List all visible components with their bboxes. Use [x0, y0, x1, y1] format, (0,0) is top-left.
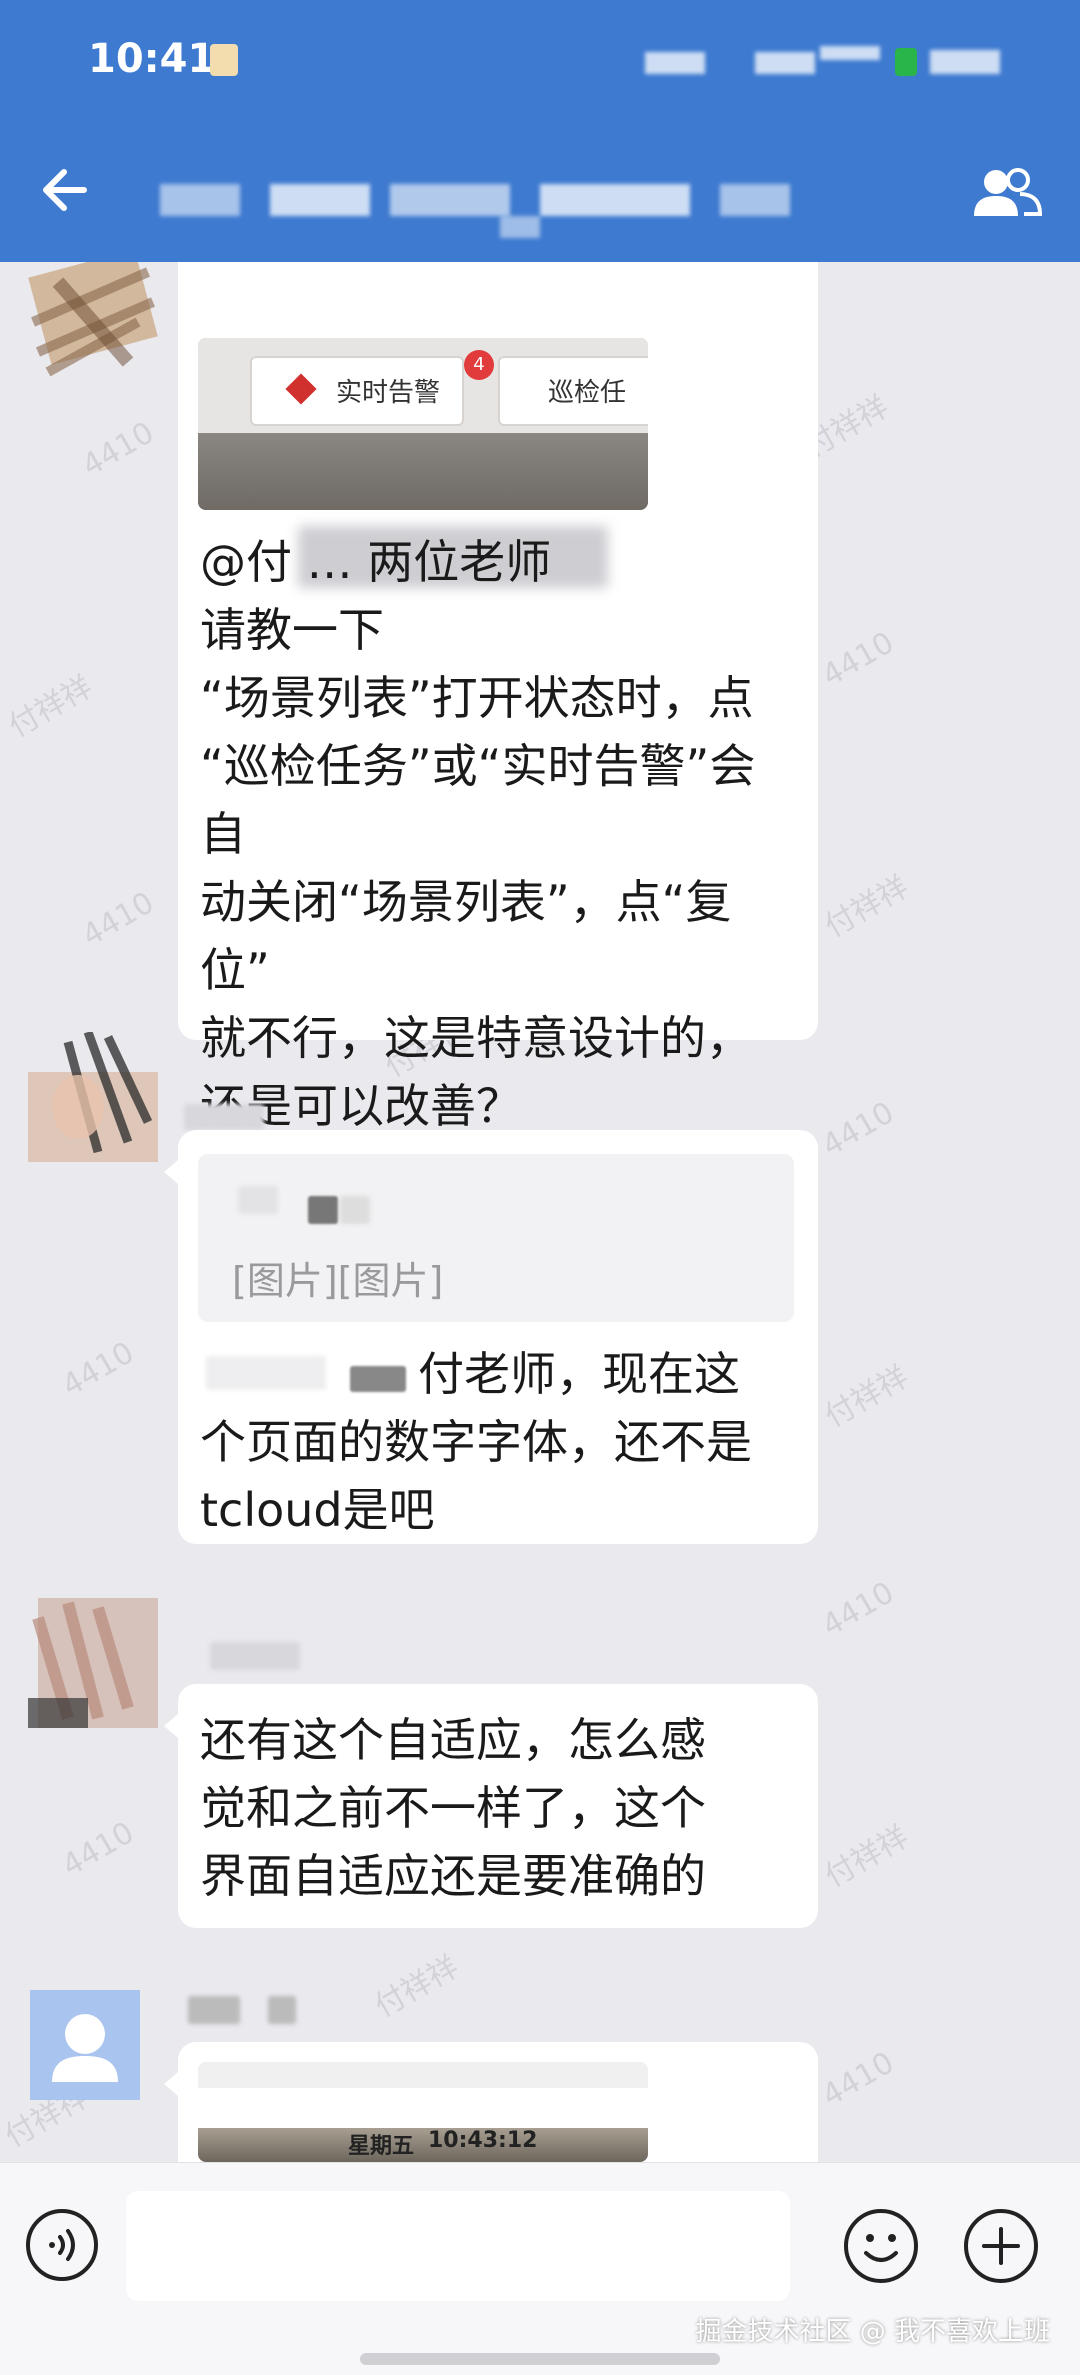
default-avatar-icon	[52, 2014, 118, 2082]
watermark: 4410	[56, 1815, 140, 1884]
message-line: “巡检任务”或“实时告警”会自	[200, 739, 756, 861]
message-image[interactable]: 实时告警 4 巡检任	[198, 338, 648, 510]
message-line: 觉和之前不一样了，这个	[200, 1781, 706, 1835]
status-time: 10:41	[88, 36, 216, 82]
message-line: 界面自适应还是要准确的	[200, 1849, 706, 1903]
quoted-text: [图片][图片]	[232, 1259, 444, 1303]
watermark: 4410	[816, 2045, 900, 2114]
message-line: 个页面的数字字体，还不是	[200, 1415, 752, 1469]
alarm-badge: 4	[464, 350, 494, 380]
message-line: 动关闭“场景列表”，点“复位”	[200, 875, 732, 997]
watermark: 4410	[816, 1095, 900, 1164]
footer-watermark: 掘金技术社区 @ 我不喜欢上班	[695, 2317, 1050, 2347]
message-text: 还有这个自适应，怎么感 觉和之前不一样了，这个 界面自适应还是要准确的	[178, 1706, 842, 1910]
message-line: 就不行，这是特意设计的，	[200, 1011, 752, 1065]
weekday-label: 星期五	[348, 2134, 415, 2159]
message-bubble[interactable]: [图片][图片] 付老师，现在这 个页面的数字字体，还不是 tcloud是吧	[164, 1130, 818, 1544]
watermark: 4410	[816, 625, 900, 694]
avatar[interactable]	[28, 262, 158, 392]
home-indicator	[360, 2353, 720, 2365]
back-arrow-icon[interactable]	[36, 160, 96, 220]
watermark: 4410	[56, 1335, 140, 1404]
watermark: 4410	[76, 415, 160, 484]
message-image[interactable]: 星期五 10:43:12	[198, 2062, 648, 2162]
message-bubble[interactable]: 星期五 10:43:12	[164, 2042, 818, 2162]
avatar[interactable]	[28, 1032, 158, 1162]
message-line: 付老师，现在这	[418, 1347, 740, 1401]
avatar[interactable]	[30, 1990, 140, 2100]
quoted-message[interactable]: [图片][图片]	[198, 1154, 794, 1322]
avatar[interactable]	[28, 1598, 158, 1728]
watermark: 4410	[816, 1575, 900, 1644]
input-bar: 掘金技术社区 @ 我不喜欢上班	[0, 2162, 1080, 2375]
watermark: 付祥祥	[819, 1359, 915, 1435]
watermark: 付祥祥	[369, 1949, 465, 2025]
inspection-tab-label: 巡检任	[548, 378, 627, 408]
chat-title	[160, 180, 860, 240]
status-icons	[645, 46, 1005, 76]
message-bubble[interactable]: 实时告警 4 巡检任 @付 … 两位老师 请教一下 “场景列表”打开状态时，点 …	[178, 262, 818, 1133]
contacts-icon[interactable]	[968, 164, 1044, 220]
watermark: 付祥祥	[819, 869, 915, 945]
notification-icon	[210, 44, 238, 76]
watermark: 4410	[76, 885, 160, 954]
alarm-tab-label: 实时告警	[336, 378, 441, 408]
message-text: 付老师，现在这 个页面的数字字体，还不是 tcloud是吧	[178, 1340, 822, 1544]
clock-label: 10:43:12	[428, 2128, 538, 2153]
message-line: 还有这个自适应，怎么感	[200, 1713, 706, 1767]
voice-icon[interactable]	[24, 2207, 100, 2283]
message-bubble[interactable]: 还有这个自适应，怎么感 觉和之前不一样了，这个 界面自适应还是要准确的	[164, 1684, 818, 1928]
plus-icon[interactable]	[962, 2207, 1040, 2285]
chat-area[interactable]: 4410 付祥祥 付祥祥 4410 4410 付祥祥 付祥祥 4410 4410…	[0, 262, 1080, 2162]
message-line: tcloud是吧	[200, 1483, 435, 1537]
message-line: @付 … 两位老师	[200, 535, 552, 589]
watermark: 付祥祥	[3, 669, 99, 745]
battery-icon	[895, 48, 917, 76]
emoji-icon[interactable]	[842, 2207, 920, 2285]
message-input[interactable]	[126, 2191, 790, 2301]
message-text: @付 … 两位老师 请教一下 “场景列表”打开状态时，点 “巡检任务”或“实时告…	[178, 528, 822, 1140]
message-line: 请教一下	[200, 603, 384, 657]
message-line: “场景列表”打开状态时，点	[200, 671, 754, 725]
top-bar: 10:41	[0, 0, 1080, 262]
